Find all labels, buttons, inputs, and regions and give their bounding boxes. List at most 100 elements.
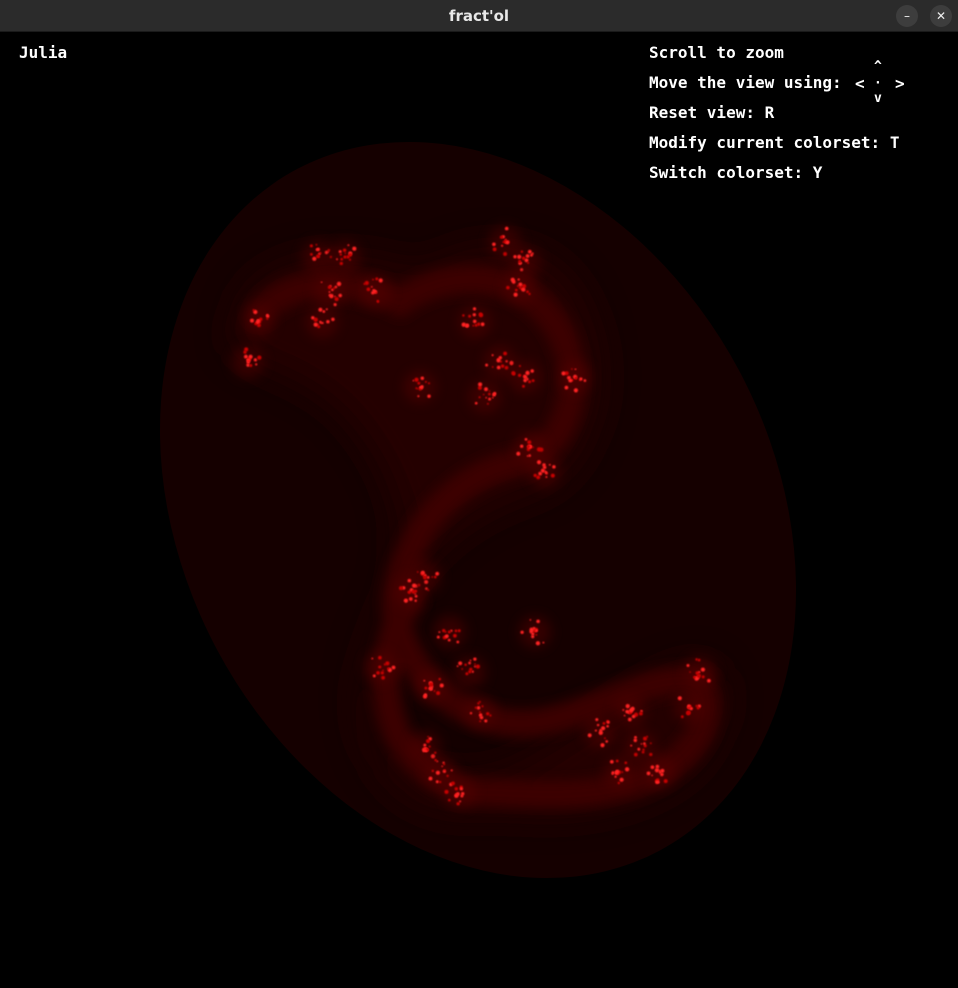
- fractal-speck: [414, 594, 418, 598]
- fractal-speck: [488, 390, 491, 392]
- fractal-speck: [633, 738, 638, 743]
- fractal-speck: [352, 246, 357, 251]
- fractal-speck: [458, 661, 463, 666]
- fractal-cluster-glow: [624, 731, 656, 763]
- fractal-speck: [255, 363, 258, 366]
- fractal-speck: [649, 742, 652, 745]
- fractal-speck: [491, 354, 494, 357]
- fractal-speck: [630, 706, 635, 711]
- fractal-speck: [484, 719, 488, 723]
- fractal-speck: [334, 295, 336, 298]
- fractal-speck: [378, 655, 382, 660]
- fractal-speck: [336, 281, 342, 287]
- fractal-speck: [385, 661, 390, 666]
- fractal-speck: [520, 250, 524, 253]
- fractal-speck: [527, 261, 530, 264]
- fractal-speck: [447, 630, 451, 634]
- fractal-speck: [376, 671, 380, 675]
- fractal-speck: [641, 750, 645, 754]
- fractal-speck: [540, 468, 545, 473]
- fractal-speck: [518, 259, 522, 263]
- fractal-speck: [707, 678, 711, 683]
- fractal-speck: [525, 254, 530, 258]
- fractal-speck: [343, 255, 347, 259]
- fractal-speck: [417, 395, 420, 398]
- fractal-speck: [640, 710, 643, 712]
- fractal-speck: [520, 444, 524, 448]
- fractal-speck: [614, 775, 617, 778]
- fractal-speck: [420, 385, 424, 389]
- fractal-speck: [479, 715, 484, 720]
- fractal-speck: [622, 709, 625, 711]
- app-window: fract'ol – ✕ Julia Scroll to zoom Move t…: [0, 0, 958, 988]
- fractal-speck: [481, 705, 484, 708]
- fractal-speck: [518, 282, 523, 287]
- fractal-speck: [479, 720, 482, 723]
- fractal-speck: [605, 740, 609, 743]
- fractal-speck: [536, 460, 542, 465]
- fractal-speck: [249, 318, 255, 323]
- fractal-speck: [414, 589, 418, 593]
- fractal-speck: [657, 781, 660, 784]
- fractal-speck: [459, 800, 462, 803]
- fractal-speck: [528, 292, 531, 296]
- fractal-speck: [538, 471, 543, 476]
- fractal-speck: [503, 252, 508, 256]
- fractal-speck: [324, 250, 329, 255]
- fractal-name-label: Julia: [19, 43, 68, 62]
- fractal-speck: [266, 313, 269, 317]
- fractal-speck: [471, 670, 474, 673]
- fractal-speck: [248, 354, 253, 359]
- fractal-speck: [438, 631, 441, 634]
- minimize-button[interactable]: –: [896, 5, 918, 27]
- fractal-speck: [424, 380, 427, 383]
- fractal-speck: [633, 752, 638, 757]
- fractal-speck: [408, 597, 413, 601]
- fractal-speck: [454, 787, 459, 791]
- fractal-speck: [531, 252, 534, 255]
- fractal-speck: [381, 675, 385, 680]
- fractal-speck: [539, 447, 544, 452]
- fractal-speck: [686, 663, 690, 668]
- fractal-speck: [624, 761, 628, 765]
- fractal-speck: [509, 360, 514, 366]
- fractal-speck: [309, 244, 313, 248]
- fractal-speck: [587, 733, 592, 738]
- fractal-speck: [482, 393, 485, 396]
- fractal-speck: [407, 591, 410, 594]
- fractal-speck: [428, 686, 433, 691]
- fractal-speck: [660, 768, 665, 773]
- close-button[interactable]: ✕: [930, 5, 952, 27]
- fractal-speck: [319, 251, 322, 255]
- fractal-speck: [257, 355, 262, 360]
- fractal-speck: [252, 309, 255, 312]
- fractal-speck: [573, 388, 578, 393]
- title-bar[interactable]: fract'ol – ✕: [0, 0, 958, 32]
- fractal-speck: [435, 780, 439, 784]
- fractal-speck: [535, 633, 538, 636]
- fractal-speck: [571, 368, 573, 370]
- fractal-speck: [266, 317, 269, 320]
- fractal-speck: [407, 578, 412, 583]
- fractal-speck: [472, 313, 476, 317]
- fractal-speck: [426, 739, 430, 744]
- window-title: fract'ol: [448, 6, 510, 25]
- fractal-speck: [630, 744, 633, 747]
- fractal-speck: [446, 774, 449, 778]
- fractal-speck: [504, 365, 509, 370]
- fractal-speck: [478, 396, 481, 399]
- help-reset: Reset view: R: [649, 103, 775, 122]
- arrow-up-icon: ^: [874, 59, 882, 74]
- fractal-speck: [646, 771, 651, 776]
- fractal-speck: [700, 667, 705, 672]
- fractal-speck: [615, 759, 619, 763]
- fractal-speck: [378, 665, 382, 669]
- fractal-speck: [609, 759, 614, 764]
- fractal-speck: [701, 675, 705, 679]
- fractal-speck: [310, 253, 313, 256]
- fractal-speck: [322, 310, 326, 313]
- arrow-left-icon: <: [855, 74, 865, 93]
- fractal-speck: [654, 768, 660, 773]
- fractal-speck: [435, 571, 440, 576]
- help-switch-colorset: Switch colorset: Y: [649, 163, 823, 182]
